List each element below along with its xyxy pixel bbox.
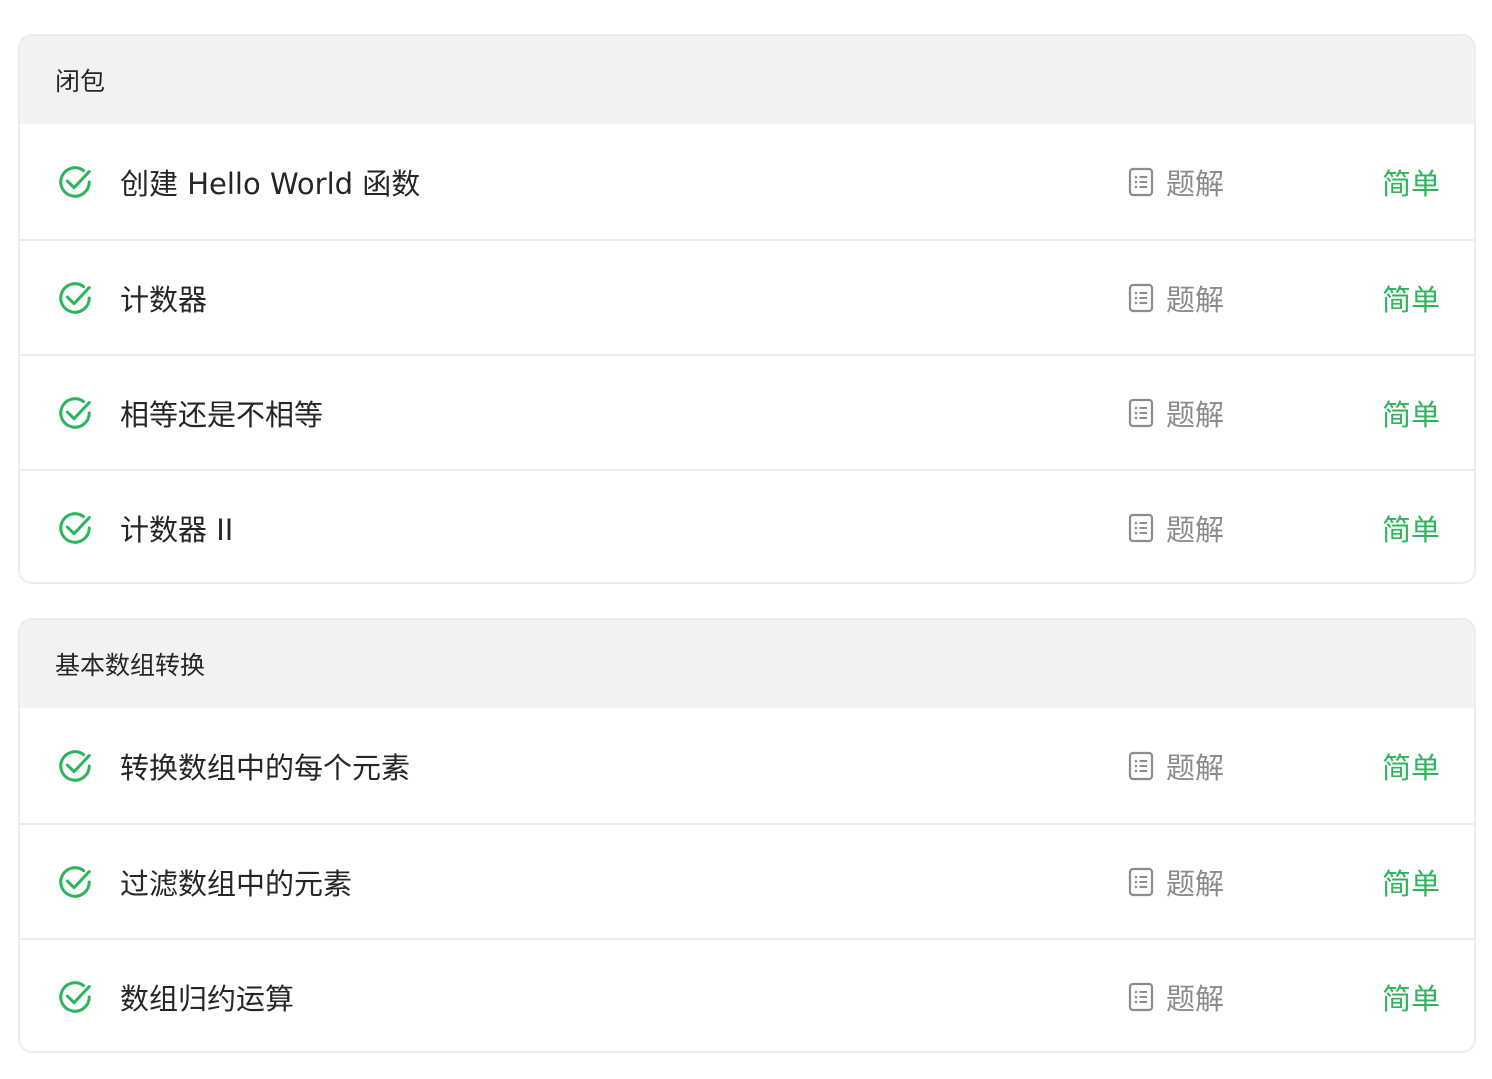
check-circle-icon bbox=[59, 980, 91, 1013]
solution-label: 题解 bbox=[1166, 166, 1225, 201]
problem-row[interactable]: 数组归约运算 题解 简单 bbox=[20, 938, 1474, 1051]
problem-row[interactable]: 计数器 II 题解 简单 bbox=[20, 469, 1474, 582]
problem-title[interactable]: 转换数组中的每个元素 bbox=[120, 745, 410, 787]
difficulty-badge: 简单 bbox=[1381, 512, 1440, 547]
difficulty-badge: 简单 bbox=[1381, 397, 1440, 432]
solution-link[interactable]: 题解 bbox=[1128, 745, 1224, 787]
solution-label: 题解 bbox=[1166, 282, 1225, 317]
solution-label: 题解 bbox=[1166, 397, 1225, 432]
problem-row[interactable]: 转换数组中的每个元素 题解 简单 bbox=[20, 708, 1474, 823]
solution-link[interactable]: 题解 bbox=[1128, 277, 1224, 319]
problem-title[interactable]: 过滤数组中的元素 bbox=[120, 861, 352, 903]
group-header: 基本数组转换 bbox=[20, 620, 1474, 708]
problem-row[interactable]: 创建 Hello World 函数 题解 简单 bbox=[20, 124, 1474, 239]
problem-title[interactable]: 计数器 II bbox=[120, 507, 233, 549]
difficulty-badge: 简单 bbox=[1381, 981, 1440, 1016]
problem-row[interactable]: 计数器 题解 简单 bbox=[20, 239, 1474, 354]
solution-label: 题解 bbox=[1166, 750, 1225, 785]
problem-group: 基本数组转换 转换数组中的每个元素 题解 简单 过滤数组中的元素 题解 简单 数… bbox=[18, 618, 1476, 1053]
solution-label: 题解 bbox=[1166, 512, 1225, 547]
problem-group: 闭包 创建 Hello World 函数 题解 简单 计数器 题解 简单 相等还… bbox=[18, 34, 1476, 584]
solution-label: 题解 bbox=[1166, 981, 1225, 1016]
solution-label: 题解 bbox=[1166, 866, 1225, 901]
document-icon bbox=[1128, 867, 1154, 896]
document-icon bbox=[1128, 751, 1154, 780]
problem-list-page: 闭包 创建 Hello World 函数 题解 简单 计数器 题解 简单 相等还… bbox=[0, 0, 1492, 1079]
problem-row[interactable]: 过滤数组中的元素 题解 简单 bbox=[20, 823, 1474, 938]
difficulty-badge: 简单 bbox=[1381, 166, 1440, 201]
document-icon bbox=[1128, 982, 1154, 1011]
difficulty-badge: 简单 bbox=[1381, 750, 1440, 785]
check-circle-icon bbox=[59, 749, 91, 782]
solution-link[interactable]: 题解 bbox=[1128, 861, 1224, 903]
document-icon bbox=[1128, 513, 1154, 542]
check-circle-icon bbox=[59, 165, 91, 198]
difficulty-badge: 简单 bbox=[1381, 866, 1440, 901]
solution-link[interactable]: 题解 bbox=[1128, 976, 1224, 1018]
problem-title[interactable]: 创建 Hello World 函数 bbox=[120, 161, 420, 203]
problem-row[interactable]: 相等还是不相等 题解 简单 bbox=[20, 354, 1474, 469]
document-icon bbox=[1128, 283, 1154, 312]
problem-title[interactable]: 数组归约运算 bbox=[120, 976, 294, 1018]
check-circle-icon bbox=[59, 396, 91, 429]
document-icon bbox=[1128, 398, 1154, 427]
problem-title[interactable]: 计数器 bbox=[120, 277, 207, 319]
check-circle-icon bbox=[59, 281, 91, 314]
group-header: 闭包 bbox=[20, 36, 1474, 124]
solution-link[interactable]: 题解 bbox=[1128, 507, 1224, 549]
problem-title[interactable]: 相等还是不相等 bbox=[120, 392, 323, 434]
solution-link[interactable]: 题解 bbox=[1128, 392, 1224, 434]
check-circle-icon bbox=[59, 865, 91, 898]
document-icon bbox=[1128, 167, 1154, 196]
solution-link[interactable]: 题解 bbox=[1128, 161, 1224, 203]
check-circle-icon bbox=[59, 511, 91, 544]
difficulty-badge: 简单 bbox=[1381, 282, 1440, 317]
